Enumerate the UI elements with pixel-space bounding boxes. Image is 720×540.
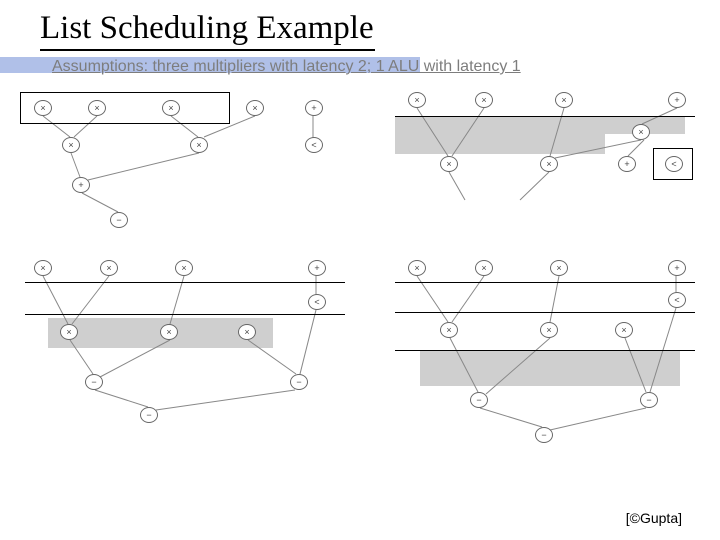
node-mul: × — [475, 92, 493, 108]
node-mul: × — [408, 260, 426, 276]
schedule-line — [395, 350, 695, 351]
attribution-text: [©Gupta] — [626, 510, 682, 526]
node-sub: − — [640, 392, 658, 408]
node-mul: × — [100, 260, 118, 276]
node-mul: × — [34, 100, 52, 116]
schedule-line — [25, 282, 345, 283]
node-mul: × — [475, 260, 493, 276]
node-mul: × — [190, 137, 208, 153]
node-mul: × — [88, 100, 106, 116]
node-lt: < — [665, 156, 683, 172]
node-sub: − — [470, 392, 488, 408]
node-lt: < — [305, 137, 323, 153]
title-underline — [40, 49, 375, 51]
node-mul: × — [160, 324, 178, 340]
node-mul: × — [34, 260, 52, 276]
node-sub: − — [290, 374, 308, 390]
node-mul: × — [175, 260, 193, 276]
node-add: + — [618, 156, 636, 172]
node-mul: × — [62, 137, 80, 153]
node-mul: × — [615, 322, 633, 338]
node-mul: × — [60, 324, 78, 340]
node-mul: × — [246, 100, 264, 116]
node-add: + — [668, 260, 686, 276]
schedule-line — [25, 314, 345, 315]
node-lt: < — [668, 292, 686, 308]
node-mul: × — [540, 156, 558, 172]
node-sub: − — [110, 212, 128, 228]
node-add: + — [305, 100, 323, 116]
node-mul: × — [555, 92, 573, 108]
node-mul: × — [408, 92, 426, 108]
node-sub: − — [140, 407, 158, 423]
diagram-area: × × × × + × × < + − × × × + — [0, 82, 720, 502]
page-title: List Scheduling Example — [40, 10, 720, 47]
node-sub: − — [85, 374, 103, 390]
node-add: + — [72, 177, 90, 193]
node-mul: × — [162, 100, 180, 116]
schedule-line — [395, 312, 695, 313]
schedule-line — [395, 116, 695, 117]
node-add: + — [668, 92, 686, 108]
node-mul: × — [632, 124, 650, 140]
node-mul: × — [440, 156, 458, 172]
node-mul: × — [550, 260, 568, 276]
node-mul: × — [540, 322, 558, 338]
node-mul: × — [238, 324, 256, 340]
schedule-line — [395, 282, 695, 283]
node-lt: < — [308, 294, 326, 310]
title-bar: List Scheduling Example — [0, 0, 720, 47]
node-mul: × — [440, 322, 458, 338]
node-sub: − — [535, 427, 553, 443]
subtitle-text: Assumptions: three multipliers with late… — [52, 58, 521, 76]
node-add: + — [308, 260, 326, 276]
